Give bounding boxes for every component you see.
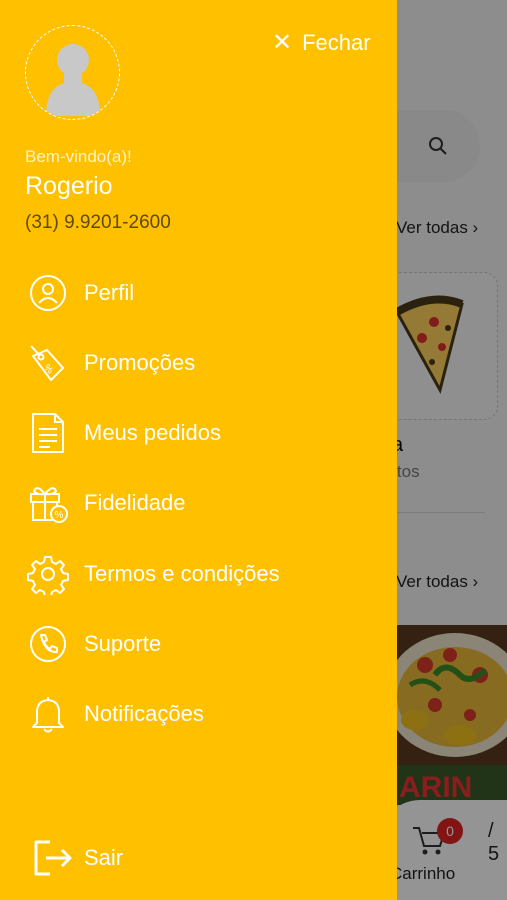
user-circle-icon [26, 271, 70, 315]
menu-item-notifications[interactable]: Notificações [0, 681, 397, 747]
receipt-icon [26, 411, 70, 455]
menu-item-label: Termos e condições [84, 561, 280, 586]
welcome-text: Bem-vindo(a)! [25, 147, 132, 166]
logout-icon [28, 834, 76, 882]
gear-icon [26, 552, 70, 596]
menu-item-label: Fidelidade [84, 490, 186, 515]
close-button[interactable]: ✕ Fechar [272, 28, 371, 58]
logout-button[interactable]: Sair [0, 825, 397, 891]
avatar[interactable] [25, 25, 120, 120]
menu-item-profile[interactable]: Perfil [0, 260, 397, 326]
menu-item-terms[interactable]: Termos e condições [0, 541, 397, 607]
menu-item-promotions[interactable]: % Promoções [0, 330, 397, 396]
menu-item-label: Notificações [84, 701, 204, 726]
menu-item-orders[interactable]: Meus pedidos [0, 400, 397, 466]
bell-icon [26, 692, 70, 736]
phone-icon [26, 622, 70, 666]
menu-item-label: Perfil [84, 280, 135, 305]
svg-text:%: % [41, 362, 55, 376]
menu-item-support[interactable]: Suporte [0, 611, 397, 677]
close-icon: ✕ [272, 29, 293, 56]
menu-item-loyalty[interactable]: % Fidelidade [0, 470, 397, 536]
menu-item-label: Suporte [84, 631, 162, 656]
price-tag-icon: % [26, 341, 70, 385]
user-name: Rogerio [25, 172, 113, 200]
close-label: Fechar [302, 30, 371, 55]
avatar-placeholder-icon [46, 44, 100, 116]
logout-label: Sair [84, 845, 124, 870]
menu-item-label: Meus pedidos [84, 420, 221, 445]
side-drawer: ✕ Fechar Bem-vindo(a)! Rogerio (31) 9.92… [0, 0, 397, 900]
svg-text:%: % [55, 510, 64, 521]
menu-item-label: Promoções [84, 350, 196, 375]
gift-percent-icon: % [26, 481, 70, 525]
user-phone: (31) 9.9201-2600 [25, 212, 171, 233]
